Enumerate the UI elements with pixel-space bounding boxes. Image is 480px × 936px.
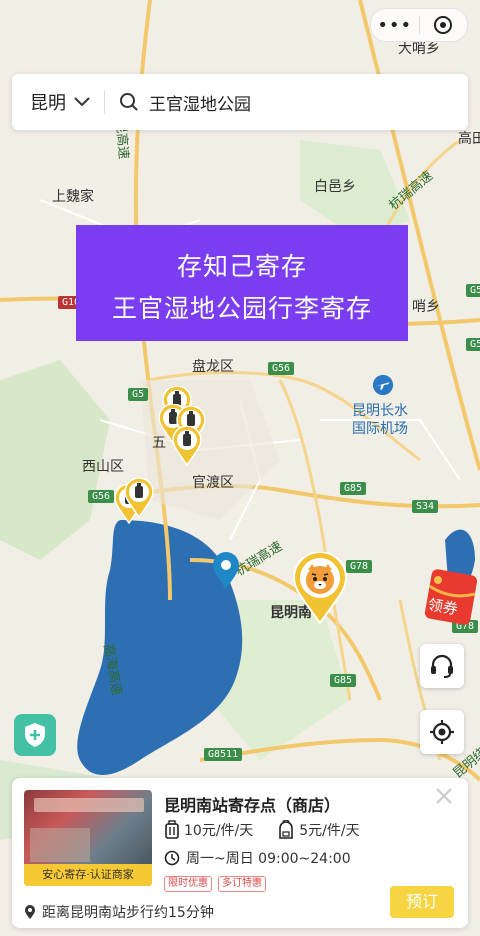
airport-icon	[372, 374, 394, 396]
price-small: 5元/件/天	[299, 823, 360, 839]
road-shield: G56	[466, 284, 480, 297]
certified-tag: 安心寄存·认证商家	[24, 864, 152, 886]
promo-badge-limited: 限时优惠	[164, 876, 212, 892]
coupon-red-packet[interactable]: 领券	[422, 568, 480, 626]
map-label-airport-2: 国际机场	[352, 421, 408, 437]
customer-service-button[interactable]	[420, 644, 464, 688]
target-close-icon[interactable]	[420, 15, 468, 35]
backpack-icon	[279, 820, 294, 839]
close-icon[interactable]	[434, 786, 454, 806]
road-shield: G8511	[204, 748, 243, 761]
search-divider	[104, 90, 105, 114]
map-label-panlong: 盘龙区	[192, 359, 234, 375]
store-card[interactable]: 安心寄存·认证商家 昆明南站寄存点（商店） 10元/件/天 5元/件/天 周一~…	[12, 778, 468, 928]
headset-icon	[431, 654, 453, 678]
price-row: 10元/件/天 5元/件/天	[164, 820, 360, 840]
banner-line-1: 存知己寄存	[176, 252, 307, 281]
chevron-down-icon[interactable]	[74, 97, 90, 107]
promo-banner: 存知己寄存 王官湿地公园行李寄存	[76, 225, 408, 341]
map-label-gaotian: 高田	[458, 131, 480, 147]
large-luggage-icon	[165, 820, 179, 839]
opening-hours: 周一~周日 09:00~24:00	[186, 851, 351, 867]
search-bar: 昆明	[12, 74, 468, 130]
book-button[interactable]: 预订	[390, 886, 454, 918]
luggage-pin-icon[interactable]	[172, 426, 202, 466]
shield-plus-icon	[25, 723, 45, 747]
luggage-pin-icon[interactable]	[124, 478, 154, 518]
map-label-baiyi: 白邑乡	[314, 179, 356, 195]
clock-icon	[164, 850, 180, 866]
selected-store-pin-icon[interactable]	[292, 552, 348, 624]
banner-line-2: 王官湿地公园行李寄存	[111, 294, 372, 323]
road-shield: G5	[128, 388, 149, 401]
map-label-xishan: 西山区	[82, 459, 124, 475]
road-shield: G56	[88, 490, 115, 503]
distance-row: 距离昆明南站步行约15分钟	[24, 902, 214, 922]
road-shield: G85	[340, 482, 367, 495]
road-shield: G56	[268, 362, 295, 375]
search-input[interactable]	[149, 92, 429, 112]
store-thumbnail: 安心寄存·认证商家	[24, 790, 152, 886]
road-shield: S34	[412, 500, 439, 513]
hours-row: 周一~周日 09:00~24:00	[164, 848, 351, 868]
distance-text: 距离昆明南站步行约15分钟	[42, 905, 214, 921]
destination-pin-icon[interactable]	[212, 552, 240, 590]
road-shield: G5	[466, 338, 480, 351]
store-name: 昆明南站寄存点（商店）	[164, 796, 341, 815]
map-label-guandu: 官渡区	[192, 475, 234, 491]
promo-badge-multi: 多订特惠	[218, 876, 266, 892]
road-shield: G85	[330, 674, 357, 687]
search-icon	[120, 93, 138, 111]
miniprogram-capsule: •••	[370, 8, 468, 42]
price-large: 10元/件/天	[184, 823, 254, 839]
crosshair-icon	[430, 720, 454, 744]
more-dots-icon[interactable]: •••	[371, 15, 419, 36]
location-pin-icon	[25, 905, 35, 919]
road-shield: G78	[346, 560, 373, 573]
map-label-airport-1: 昆明长水	[352, 403, 408, 419]
map-label-shangweijia: 上魏家	[52, 189, 94, 205]
map-label-shao: 哨乡	[412, 299, 440, 315]
safety-shield-button[interactable]	[14, 714, 56, 756]
city-selector[interactable]: 昆明	[30, 89, 66, 115]
locate-me-button[interactable]	[420, 710, 464, 754]
